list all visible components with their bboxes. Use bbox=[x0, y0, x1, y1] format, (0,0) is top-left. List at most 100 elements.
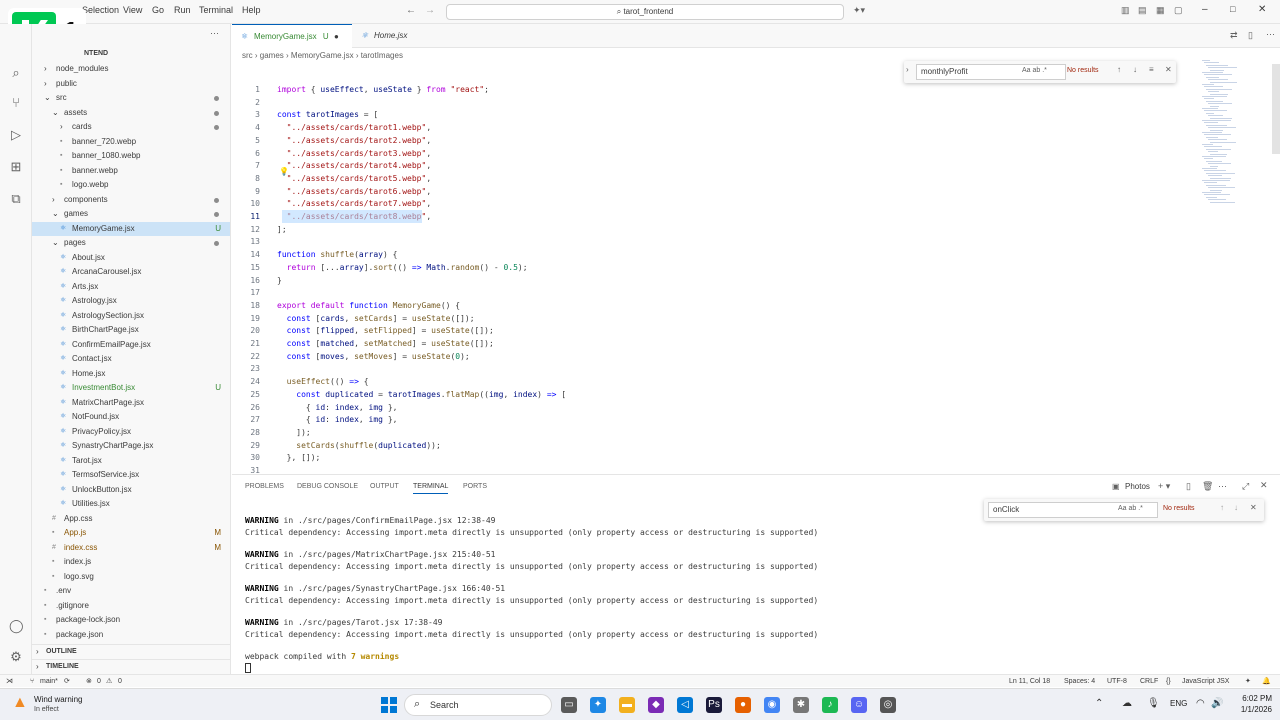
code-line[interactable]: "../assets/cards/tarot2.webp", bbox=[277, 135, 432, 148]
account-icon[interactable]: ◯ bbox=[9, 619, 24, 633]
file-item[interactable]: # index.css M bbox=[32, 541, 230, 555]
panel-tab-output[interactable]: OUTPUT bbox=[370, 483, 399, 490]
code-line[interactable]: function shuffle(array) { bbox=[277, 249, 397, 262]
encoding[interactable]: UTF-8 bbox=[1107, 675, 1127, 688]
end-of-line[interactable]: CRLF bbox=[1140, 675, 1158, 688]
back-arrow-icon[interactable]: ← bbox=[406, 5, 416, 16]
braces-icon[interactable]: {} bbox=[1166, 675, 1171, 688]
sync-icon[interactable]: ⟳ bbox=[64, 675, 70, 688]
branch-name[interactable]: main* bbox=[40, 675, 58, 688]
file-item[interactable]: ⚛ Astrology.jsx bbox=[32, 294, 230, 308]
file-item[interactable]: ⚛ TermsofService.jsx bbox=[32, 468, 230, 482]
spotify-icon[interactable]: ♪ bbox=[822, 697, 838, 713]
code-line[interactable]: ]; bbox=[277, 224, 287, 237]
source-control-icon[interactable]: ⑂ bbox=[9, 96, 23, 110]
file-item[interactable]: ⚛ MemoryGame.jsx U bbox=[32, 221, 230, 236]
app-icon[interactable]: ✱ bbox=[793, 697, 809, 713]
language-indicator[interactable]: ENG bbox=[1170, 699, 1187, 708]
file-item[interactable]: ⚛ Contact.jsx bbox=[32, 352, 230, 366]
panel-tab-debug-console[interactable]: DEBUG CONSOLE bbox=[297, 483, 358, 490]
close-icon[interactable]: ✕ bbox=[1258, 4, 1266, 15]
file-item[interactable]: ▪ .env bbox=[32, 584, 230, 598]
timeline-section[interactable]: › TIMELINE bbox=[32, 659, 230, 673]
breadcrumb-src[interactable]: src bbox=[242, 51, 253, 60]
vscode-icon[interactable]: ◁ bbox=[677, 697, 693, 713]
code-line[interactable]: } bbox=[277, 275, 282, 288]
clock-time[interactable]: 6:02 PM bbox=[1236, 694, 1272, 703]
maximize-icon[interactable]: □ bbox=[1230, 4, 1235, 14]
editor-scrollbar[interactable] bbox=[1272, 64, 1280, 154]
maximize-panel-icon[interactable]: ⤢ bbox=[1242, 481, 1249, 492]
breadcrumb-games[interactable]: games bbox=[260, 51, 284, 60]
visual-studio-icon[interactable]: ◆ bbox=[648, 697, 664, 713]
match-case-icon[interactable]: Aa ab .* bbox=[1022, 67, 1047, 74]
folder-item[interactable]: › components bbox=[32, 193, 230, 207]
code-line[interactable]: "../assets/cards/tarot1.webp", bbox=[277, 122, 432, 135]
code-line[interactable]: import { useEffect, useState } from "rea… bbox=[277, 84, 489, 97]
folder-item[interactable]: › public bbox=[32, 77, 230, 91]
file-item[interactable]: ▪ banner_720.webp bbox=[32, 135, 230, 149]
search-icon[interactable]: ⌕ bbox=[9, 66, 23, 80]
code-line[interactable]: setCards(shuffle(duplicated)); bbox=[277, 440, 441, 453]
file-item[interactable]: ⚛ NotFound.jsx bbox=[32, 410, 230, 424]
outline-section[interactable]: › OUTLINE bbox=[32, 644, 230, 658]
file-explorer-icon[interactable]: ▬ bbox=[619, 697, 635, 713]
file-item[interactable]: ▪ banner_1080.webp bbox=[32, 149, 230, 163]
more-actions-icon[interactable]: ⋯ bbox=[1218, 481, 1227, 492]
menu-go[interactable]: Go bbox=[152, 5, 164, 15]
chrome-icon[interactable]: ◉ bbox=[764, 697, 780, 713]
run-debug-icon[interactable]: ▷ bbox=[9, 128, 23, 142]
file-item[interactable]: ▪ .gitignore bbox=[32, 599, 230, 613]
minimap[interactable] bbox=[1198, 60, 1246, 210]
code-line[interactable]: const [matched, setMatched] = useState([… bbox=[277, 338, 494, 351]
folder-item[interactable]: ⌄ games bbox=[32, 207, 230, 221]
file-item[interactable]: ⚛ InvestmentBot.jsx U bbox=[32, 381, 230, 395]
notifications-icon[interactable]: 🔔 bbox=[1262, 675, 1271, 688]
file-item[interactable]: ⚛ PrivacyPolicy.jsx bbox=[32, 425, 230, 439]
close-panel-icon[interactable]: ✕ bbox=[1260, 480, 1268, 491]
toggle-panel-icon[interactable]: ▤ bbox=[1138, 5, 1147, 16]
folder-item[interactable]: › cards bbox=[32, 120, 230, 134]
windows-start-icon[interactable] bbox=[381, 697, 397, 713]
panel-tab-problems[interactable]: PROBLEMS bbox=[245, 483, 284, 490]
file-item[interactable]: ▪ logo.webp bbox=[32, 178, 230, 192]
gear-icon[interactable]: ⚙ bbox=[9, 650, 23, 664]
code-line[interactable]: { id: index, img }, bbox=[277, 402, 398, 415]
tab-memorygame[interactable]: ⚛ MemoryGame.jsx U ● bbox=[232, 24, 352, 48]
terminal-name[interactable]: Photos bbox=[1125, 482, 1150, 491]
file-item[interactable]: ▪ banner.webp bbox=[32, 164, 230, 178]
unsaved-dot-icon[interactable]: ● bbox=[334, 25, 339, 49]
copilot-icon[interactable]: ✦▾ bbox=[853, 5, 865, 16]
remote-explorer-icon[interactable]: ⧉ bbox=[9, 192, 23, 206]
file-item[interactable]: ⚛ MatrixChartPage.jsx bbox=[32, 396, 230, 410]
branch-icon[interactable]: ⑂ bbox=[30, 675, 34, 688]
trash-icon[interactable]: 🗑 bbox=[1202, 481, 1213, 492]
menu-view[interactable]: View bbox=[123, 5, 142, 15]
folder-item[interactable]: ⌄ assets bbox=[32, 106, 230, 120]
toggle-secondary-icon[interactable]: ▦ bbox=[1156, 5, 1165, 16]
toggle-sidebar-icon[interactable]: ▥ bbox=[1121, 5, 1130, 16]
code-line[interactable]: "../assets/cards/tarot6.webp", bbox=[277, 186, 432, 199]
code-line[interactable]: useEffect(() => { bbox=[277, 376, 369, 389]
file-item[interactable]: ⚛ BirthChartPage.jsx bbox=[32, 323, 230, 337]
panel-tab-ports[interactable]: PORTS bbox=[463, 483, 487, 490]
wifi-icon[interactable]: ◠ bbox=[1196, 698, 1205, 709]
file-item[interactable]: ▪ package-lock.json bbox=[32, 613, 230, 627]
microphone-icon[interactable]: 🎙 bbox=[1147, 698, 1160, 709]
warning-icon[interactable]: ⚠ bbox=[106, 675, 112, 688]
folder-item[interactable]: ⌄ pages bbox=[32, 236, 230, 250]
file-item[interactable]: ⚛ ArcanaCarousel.jsx bbox=[32, 265, 230, 279]
error-icon[interactable]: ⊗ bbox=[86, 675, 92, 688]
next-match-icon[interactable]: ↓ bbox=[1234, 503, 1238, 512]
extensions-icon[interactable]: ⊞ bbox=[9, 160, 23, 174]
file-item[interactable]: ⚛ SynastryChartPage.jsx bbox=[32, 439, 230, 453]
cursor-position[interactable]: Ln 11, Col 18 bbox=[1009, 675, 1050, 688]
open-changes-icon[interactable]: ⇄ bbox=[1230, 30, 1238, 41]
file-item[interactable]: ⚛ About.jsx bbox=[32, 251, 230, 265]
find-in-selection-icon[interactable]: ≡ bbox=[1149, 65, 1154, 74]
new-terminal-icon[interactable]: + ▾ bbox=[1158, 481, 1170, 492]
forward-arrow-icon[interactable]: → bbox=[425, 5, 435, 16]
breadcrumb-symbol[interactable]: tarotImages bbox=[361, 51, 403, 60]
previous-match-icon[interactable]: ↑ bbox=[1117, 65, 1121, 74]
weather-title[interactable]: Wind warning bbox=[34, 695, 82, 704]
